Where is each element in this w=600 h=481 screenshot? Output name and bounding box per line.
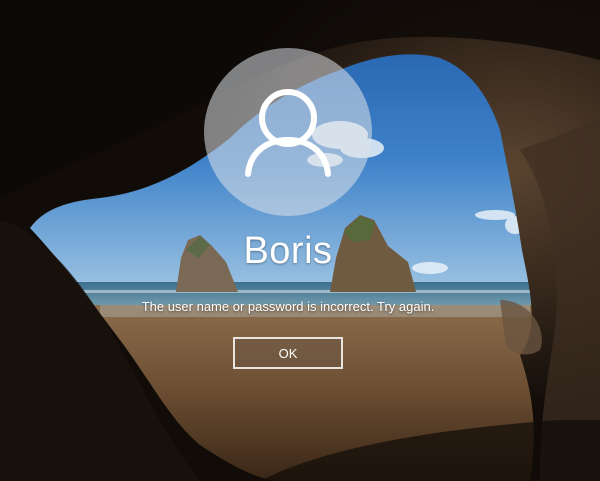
user-silhouette-icon: [245, 89, 331, 177]
username-label: Boris: [243, 230, 333, 272]
login-error-message: The user name or password is incorrect. …: [141, 299, 435, 314]
ok-button[interactable]: OK: [233, 337, 343, 369]
user-avatar: [204, 48, 372, 216]
